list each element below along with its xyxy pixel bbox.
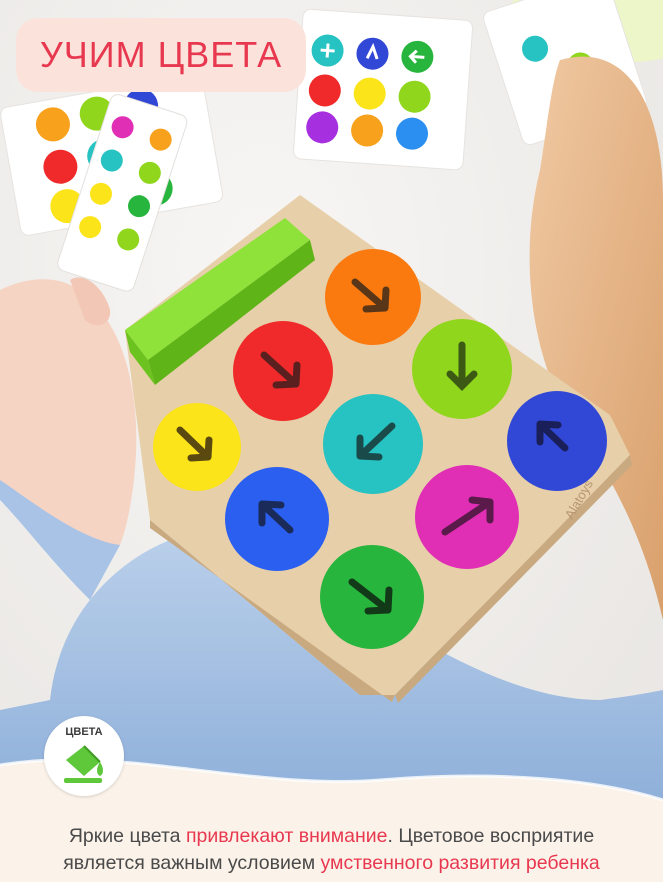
disc-orange[interactable] — [325, 249, 421, 345]
caption-text-1: Яркие цвета — [68, 825, 186, 847]
caption-line-1: Яркие цвета привлекают внимание. Цветово… — [0, 823, 663, 850]
disc-blue[interactable] — [225, 467, 329, 571]
disc-yellow[interactable] — [153, 403, 241, 491]
caption-highlight-1: привлекают внимание — [185, 825, 388, 847]
disc-darkgreen[interactable] — [320, 545, 424, 649]
title-badge: УЧИМ ЦВЕТА — [16, 18, 306, 92]
disc-magenta[interactable] — [415, 465, 519, 569]
disc-navy[interactable] — [507, 391, 607, 491]
page-title: УЧИМ ЦВЕТА — [39, 34, 283, 75]
paint-bucket-icon — [64, 745, 103, 783]
caption-text-2: . Цветовое восприятие — [387, 825, 595, 847]
caption-line-2: является важным условием умственного раз… — [0, 850, 663, 877]
disc-teal[interactable] — [323, 394, 423, 494]
disc-red[interactable] — [233, 321, 333, 421]
disc-lime[interactable] — [412, 319, 512, 419]
caption-text-3: является важным условием — [63, 852, 321, 874]
card-center — [293, 8, 474, 171]
caption: Яркие цвета привлекают внимание. Цветово… — [0, 823, 663, 877]
colors-badge: ЦВЕТА — [44, 716, 124, 796]
caption-highlight-2: умственного развития ребенка — [320, 852, 600, 874]
